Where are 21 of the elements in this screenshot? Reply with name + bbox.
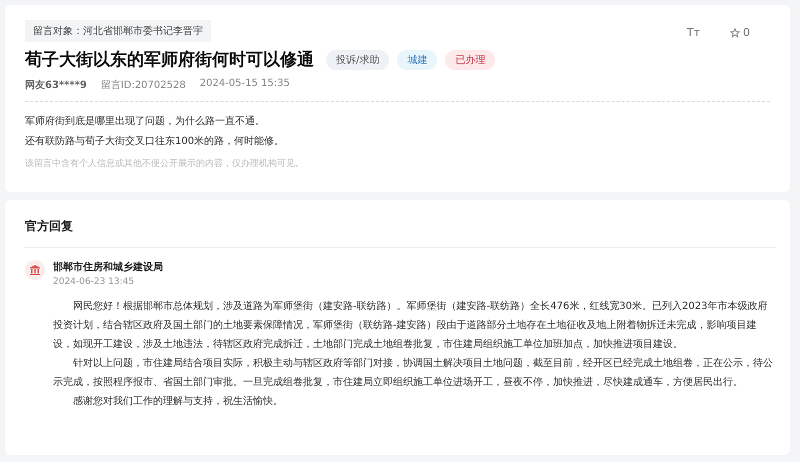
message-time: 2024-05-15 15:35	[200, 78, 290, 91]
privacy-note: 该留言中含有个人信息或其他不便公开展示的内容，仅办理机构可见。	[25, 158, 305, 170]
star-icon	[730, 28, 740, 38]
building-icon	[29, 264, 41, 276]
reply-paragraph: 网民您好！根据邯郸市总体规划，涉及道路为军师堡街（建安路-联纺路）。军师堡街（建安路-联纺路）全长476米，红线宽30米。已列入2023年市本级政府投资计划，结合辖区政府及国土部门的土地要素保障情况，军师堡街（联纺路-建安路）段由于道路部分土地存在土地征收及地上附着物拆迁未完成，影响项目建设，如现开工建设，涉及土地违法，待辖区政府完成拆迁，土地部门完成土地组卷批复，市住建局组织施工单位加班加点，加快推进项目建设。	[52, 300, 768, 352]
reply-time: 2024-06-23 13:45	[53, 277, 136, 287]
favorite-button[interactable]: 0	[730, 26, 750, 39]
font-size-button[interactable]: Tт	[686, 26, 700, 39]
reply-paragraph: 针对以上问题，市住建局结合项目实际，积极主动与辖区政府等部门对接，协调国土解决项目土地问题，截至目前，经开区已经完成土地组卷，正在公示，待公示完成，按照程序报市、省国土部门审批。一旦完成组卷批复，市住建局立即组织施工单位进场开工，昼夜不停，加快推进，尽快建成通车，方便居民出行。	[52, 356, 774, 390]
message-text: 还有联防路与荀子大街交叉口往东100米的路，何时能修。	[25, 134, 286, 148]
message-id: 留言ID:20702528	[100, 78, 186, 92]
tag: 城建	[397, 50, 438, 70]
tag: 投诉/求助	[326, 50, 390, 70]
message-text: 军师府街到底是哪里出现了问题，为什么路一直不通。	[25, 114, 266, 128]
section-heading: 官方回复	[25, 218, 775, 248]
message-title: 荀子大街以东的军师府街何时可以修通	[25, 49, 314, 71]
message-target: 留言对象：河北省邯郸市委书记李晋宇	[25, 20, 211, 42]
tag: 已办理	[445, 50, 496, 70]
author-name: 网友63****9	[25, 78, 87, 92]
agency-name: 邯郸市住房和城乡建设局	[53, 260, 163, 274]
reply-paragraph: 感谢您对我们工作的理解与支持，祝生活愉快。	[72, 394, 284, 409]
